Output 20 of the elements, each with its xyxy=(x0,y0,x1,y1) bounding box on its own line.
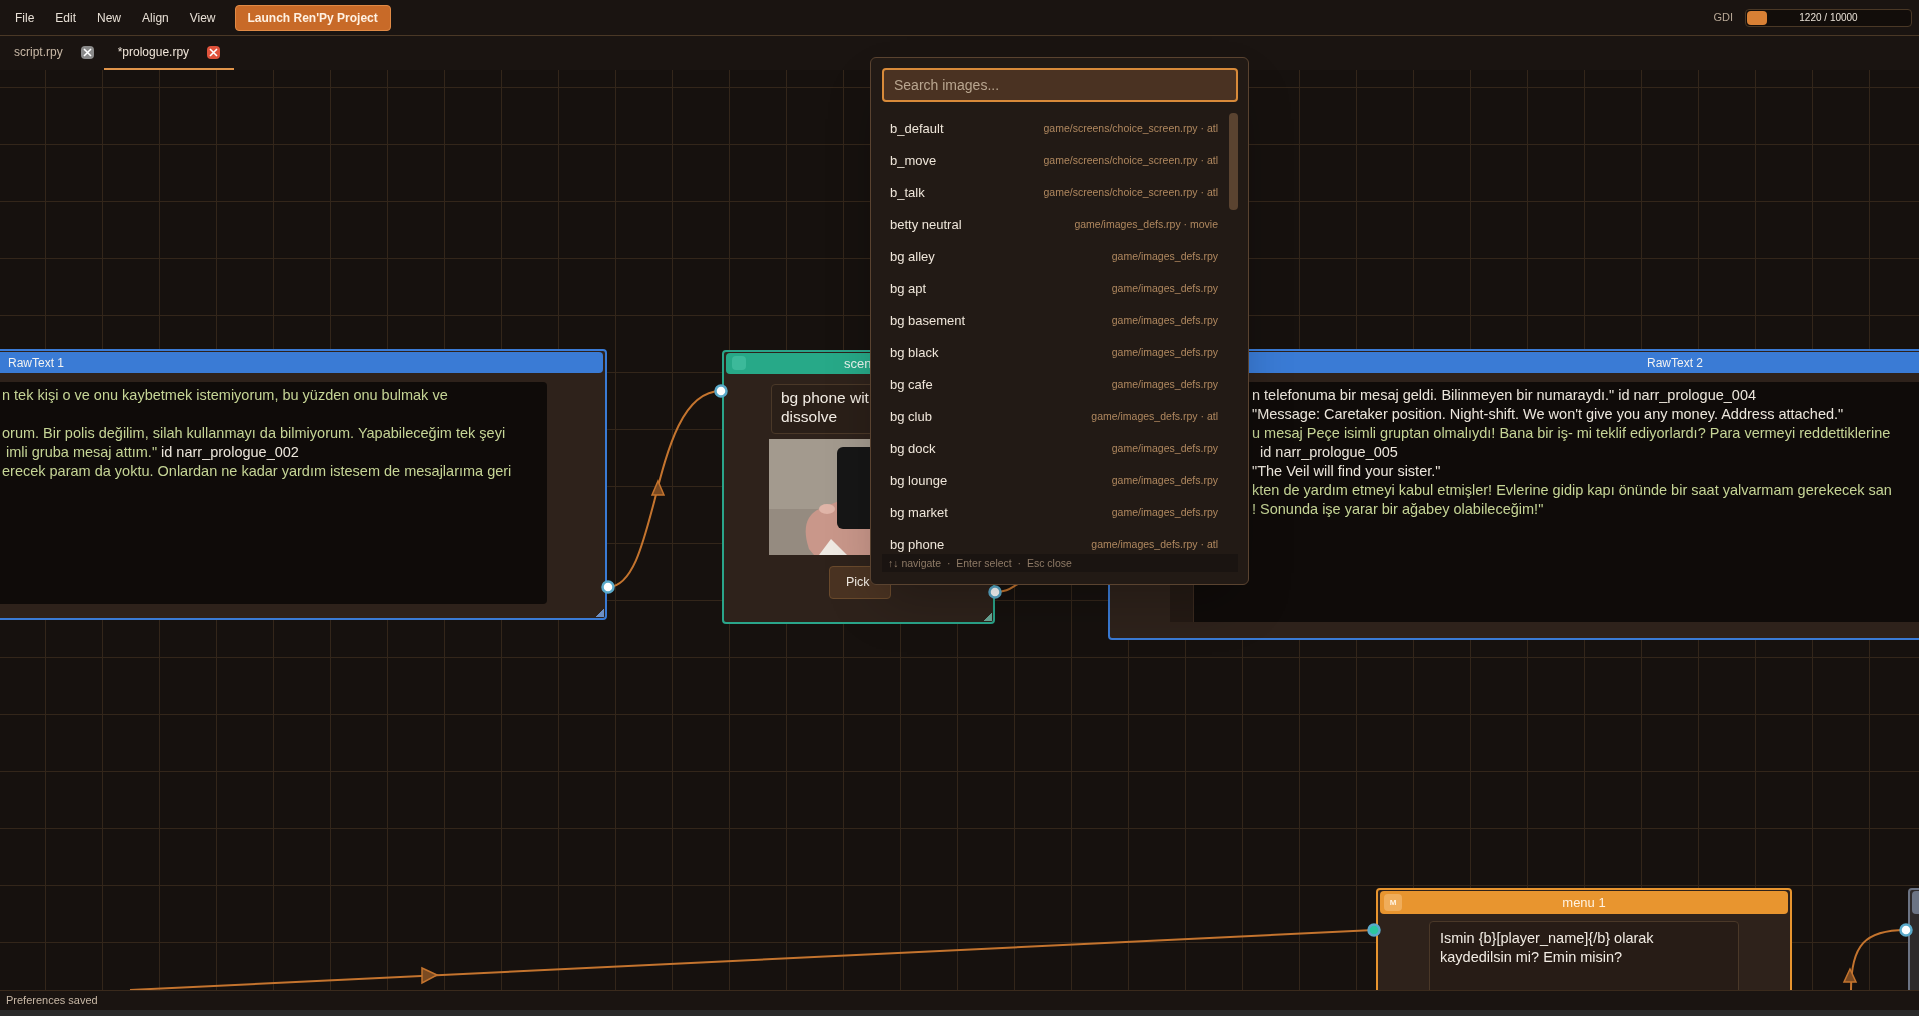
script-line: u mesaj Peçe isimli gruptan olmalıydı! Bana bir iş- mi teklif ediyorlardı? Para vermeyi reddettiklerine xyxy=(1252,424,1891,443)
node-title: menu 1 xyxy=(1562,893,1606,912)
menu-badge: M xyxy=(1384,894,1402,911)
script-line: id narr_prologue_002 xyxy=(160,443,299,462)
script-line: "The Veil will find your sister." xyxy=(1252,462,1441,481)
status-message: Preferences saved xyxy=(6,993,98,1009)
script-line: "Message: Caretaker position. Night-shift. We won't give you any money. Address attached." xyxy=(1252,405,1844,424)
gdi-reading: 1220 / 10000 xyxy=(1798,11,1859,25)
keyboard-hint: ↑↓ navigate · Enter select · Esc close xyxy=(882,554,1238,572)
script-line: kten de yardım etmeyi kabul etmişler! Evlerine gidip kapı önünde bir saat yalvarmam gerekecek san xyxy=(1252,481,1892,500)
script-line: ! Sonunda işe yarar bir ağabey olabileceğim!" xyxy=(1252,500,1544,519)
gdi-label: GDI xyxy=(1713,10,1733,26)
script-line: imli gruba mesaj attım." xyxy=(5,443,158,462)
script-line: n telefonuma bir mesaj geldi. Bilinmeyen bir numaraydı." id narr_prologue_004 xyxy=(1252,386,1757,405)
script-line: erecek param da yoktu. Onlardan ne kadar yardım istesem de mesajlarıma geri xyxy=(2,462,512,481)
node-title: RawText 2 xyxy=(1647,354,1704,372)
script-line: orum. Bir polis değilim, silah kullanmayı da bilmiyorum. Yapabileceğim tek şeyi xyxy=(2,424,506,443)
node-title: RawText 1 xyxy=(8,354,65,372)
script-line: n tek kişi o ve onu kaybetmek istemiyorum, bu yüzden onu bulmak ve xyxy=(2,386,448,405)
script-line: id narr_prologue_005 xyxy=(1259,443,1398,462)
